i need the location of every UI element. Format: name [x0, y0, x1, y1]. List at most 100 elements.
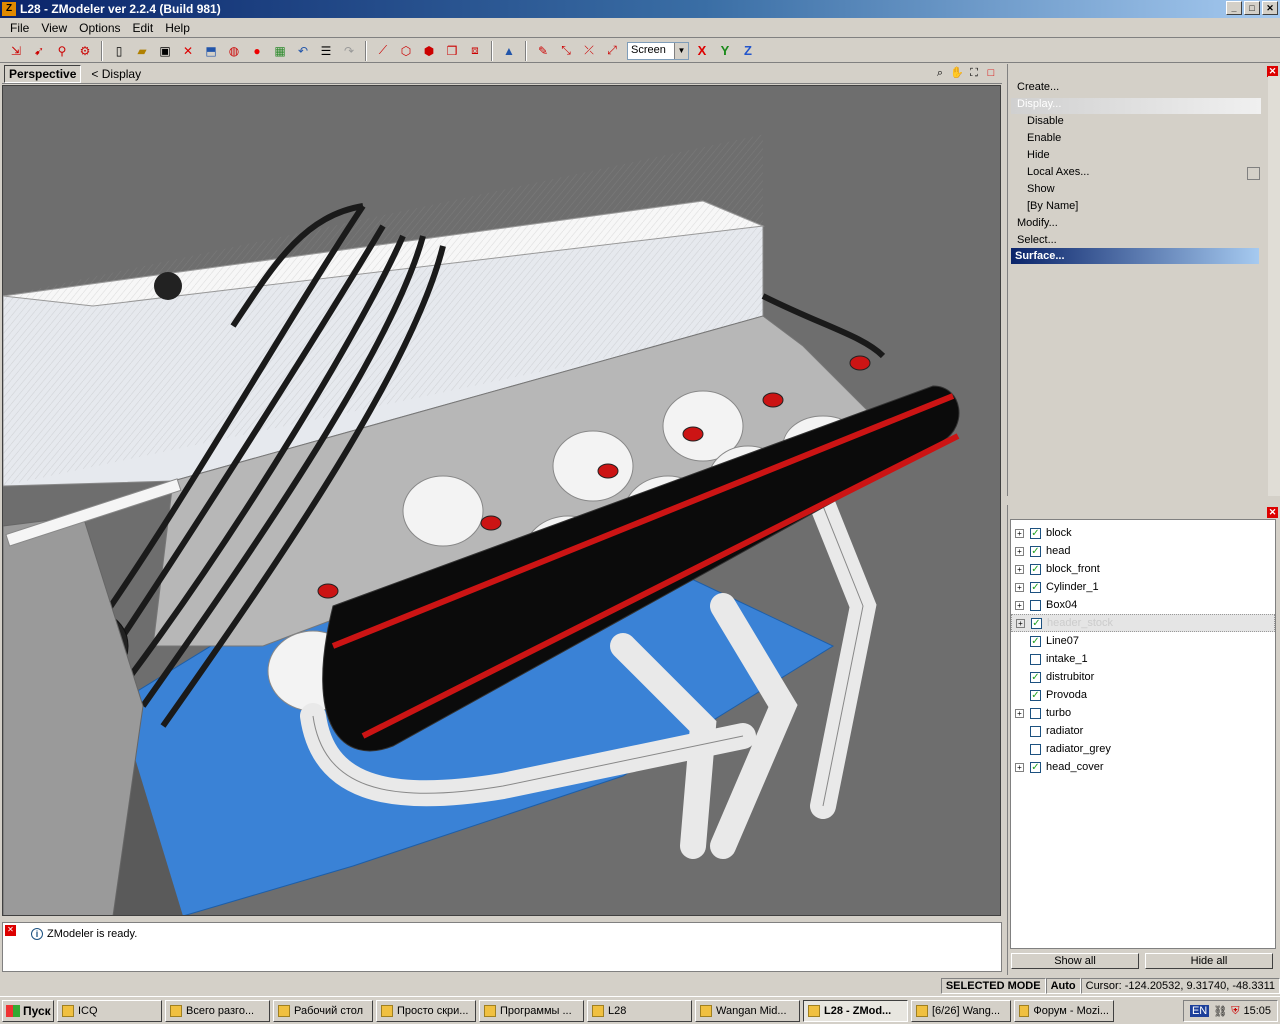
zoom-icon[interactable]: ⌕ — [933, 66, 947, 80]
object-row[interactable]: + ✓ header_stock — [1011, 614, 1275, 632]
cube-mode-icon[interactable]: ⧈ — [465, 41, 485, 61]
expand-icon[interactable]: + — [1015, 582, 1024, 592]
group-tool-icon[interactable]: ⚙ — [75, 41, 95, 61]
menu-help[interactable]: Help — [159, 21, 196, 35]
cmd-select[interactable]: Select... — [1017, 234, 1057, 246]
visibility-checkbox[interactable]: ✓ — [1030, 563, 1041, 575]
figure-tool-icon[interactable]: ⚲ — [52, 41, 72, 61]
menu-edit[interactable]: Edit — [127, 21, 160, 35]
undo-icon[interactable]: ↶ — [293, 41, 313, 61]
object-row[interactable]: + ✓ Cylinder_1 — [1011, 578, 1275, 596]
viewport-mode[interactable]: < Display — [91, 67, 141, 81]
new-file-icon[interactable]: ▯ — [109, 41, 129, 61]
cmd-create[interactable]: Create... — [1017, 81, 1059, 93]
taskbar-item[interactable]: [6/26] Wang... — [911, 999, 1011, 1022]
object-row[interactable]: + ✓ block — [1011, 524, 1275, 542]
start-button[interactable]: Пуск — [2, 999, 54, 1022]
taskbar-item[interactable]: Рабочий стол — [273, 999, 373, 1022]
object-row[interactable]: intake_1 — [1011, 650, 1275, 668]
object-row[interactable]: + ✓ head — [1011, 542, 1275, 560]
snapshot-icon[interactable]: ▦ — [270, 41, 290, 61]
visibility-checkbox[interactable]: ✓ — [1030, 635, 1041, 647]
vertex-mode-icon[interactable]: ⟋ — [373, 41, 393, 61]
cmd-display[interactable]: Display... — [1017, 98, 1061, 110]
local-axes-option-box[interactable] — [1247, 167, 1260, 180]
visibility-checkbox[interactable] — [1030, 599, 1041, 611]
visibility-checkbox[interactable] — [1030, 707, 1041, 719]
minimize-button[interactable]: _ — [1226, 1, 1242, 15]
taskbar-item[interactable]: Wangan Mid... — [695, 999, 800, 1022]
object-row[interactable]: radiator — [1011, 722, 1275, 740]
rotate-axes-icon[interactable]: ⤫ — [579, 41, 599, 61]
fit-view-icon[interactable]: ⛶ — [967, 66, 981, 80]
menu-options[interactable]: Options — [73, 21, 126, 35]
axis-y-button[interactable]: Y — [715, 41, 735, 61]
box-mode-icon[interactable]: ❒ — [442, 41, 462, 61]
cmd-by-name[interactable]: [By Name] — [1027, 200, 1078, 212]
cmd-show[interactable]: Show — [1027, 183, 1055, 195]
expand-icon[interactable]: + — [1015, 546, 1024, 556]
object-row[interactable]: + ✓ head_cover — [1011, 758, 1275, 776]
record-icon[interactable]: ● — [247, 41, 267, 61]
visibility-checkbox[interactable]: ✓ — [1030, 671, 1041, 683]
scale-axes-icon[interactable]: ⤢ — [602, 41, 622, 61]
visibility-checkbox[interactable] — [1030, 653, 1041, 665]
expand-icon[interactable]: + — [1015, 600, 1024, 610]
import-icon[interactable]: ⬒ — [201, 41, 221, 61]
taskbar-item[interactable]: Программы ... — [479, 999, 584, 1022]
notes-icon[interactable]: ☰ — [316, 41, 336, 61]
save-file-icon[interactable]: ▣ — [155, 41, 175, 61]
object-row[interactable]: + turbo — [1011, 704, 1275, 722]
visibility-checkbox[interactable]: ✓ — [1030, 761, 1041, 773]
expand-icon[interactable]: + — [1015, 528, 1024, 538]
coord-system-select[interactable]: Screen ▼ — [627, 41, 689, 60]
hide-all-button[interactable]: Hide all — [1145, 953, 1273, 969]
cmd-enable[interactable]: Enable — [1027, 132, 1061, 144]
axis-arrow-icon[interactable]: ▲ — [499, 41, 519, 61]
maximize-button[interactable]: □ — [1244, 1, 1260, 15]
visibility-checkbox[interactable]: ✓ — [1030, 545, 1041, 557]
taskbar-item[interactable]: L28 - ZMod... — [803, 999, 908, 1022]
language-indicator[interactable]: EN — [1189, 1005, 1210, 1017]
cmd-surface[interactable]: Surface... — [1011, 248, 1259, 264]
taskbar-item[interactable]: ICQ — [57, 999, 162, 1022]
cmd-modify[interactable]: Modify... — [1017, 217, 1058, 229]
axis-z-button[interactable]: Z — [738, 41, 758, 61]
object-row[interactable]: ✓ Provoda — [1011, 686, 1275, 704]
visibility-checkbox[interactable]: ✓ — [1030, 581, 1041, 593]
visibility-checkbox[interactable] — [1030, 743, 1041, 755]
maximize-viewport-icon[interactable]: □ — [984, 66, 998, 80]
object-row[interactable]: radiator_grey — [1011, 740, 1275, 758]
select-tool-icon[interactable]: ⇲ — [6, 41, 26, 61]
pan-hand-icon[interactable]: ✋ — [950, 66, 964, 80]
visibility-checkbox[interactable] — [1030, 725, 1041, 737]
taskbar-item[interactable]: Форум - Mozi... — [1014, 999, 1114, 1022]
delete-icon[interactable]: ✕ — [178, 41, 198, 61]
move-axes-icon[interactable]: ⤡ — [556, 41, 576, 61]
auto-indicator[interactable]: Auto — [1045, 978, 1081, 994]
expand-icon[interactable]: + — [1015, 564, 1024, 574]
object-row[interactable]: ✓ distrubitor — [1011, 668, 1275, 686]
expand-icon[interactable]: + — [1015, 762, 1024, 772]
close-icon[interactable]: ✕ — [1267, 507, 1278, 518]
object-row[interactable]: + Box04 — [1011, 596, 1275, 614]
menu-file[interactable]: File — [4, 21, 35, 35]
viewport-name-tab[interactable]: Perspective — [4, 64, 82, 83]
close-button[interactable]: ✕ — [1262, 1, 1278, 15]
close-icon[interactable]: ✕ — [5, 925, 16, 936]
redo-icon[interactable]: ↷ — [339, 41, 359, 61]
cmd-hide[interactable]: Hide — [1027, 149, 1050, 161]
taskbar-item[interactable]: L28 — [587, 999, 692, 1022]
expand-icon[interactable]: + — [1016, 618, 1025, 628]
face-mode-icon[interactable]: ⬡ — [396, 41, 416, 61]
taskbar-item[interactable]: Всего разго... — [165, 999, 270, 1022]
object-row[interactable]: + ✓ block_front — [1011, 560, 1275, 578]
object-mode-icon[interactable]: ⬢ — [419, 41, 439, 61]
cmd-disable[interactable]: Disable — [1027, 115, 1064, 127]
render-icon[interactable]: ◍ — [224, 41, 244, 61]
taskbar-item[interactable]: Просто скри... — [376, 999, 476, 1022]
pointer-tool-icon[interactable]: ➹ — [29, 41, 49, 61]
cmd-local-axes[interactable]: Local Axes... — [1027, 166, 1089, 178]
chevron-down-icon[interactable]: ▼ — [674, 42, 688, 59]
visibility-checkbox[interactable]: ✓ — [1030, 527, 1041, 539]
